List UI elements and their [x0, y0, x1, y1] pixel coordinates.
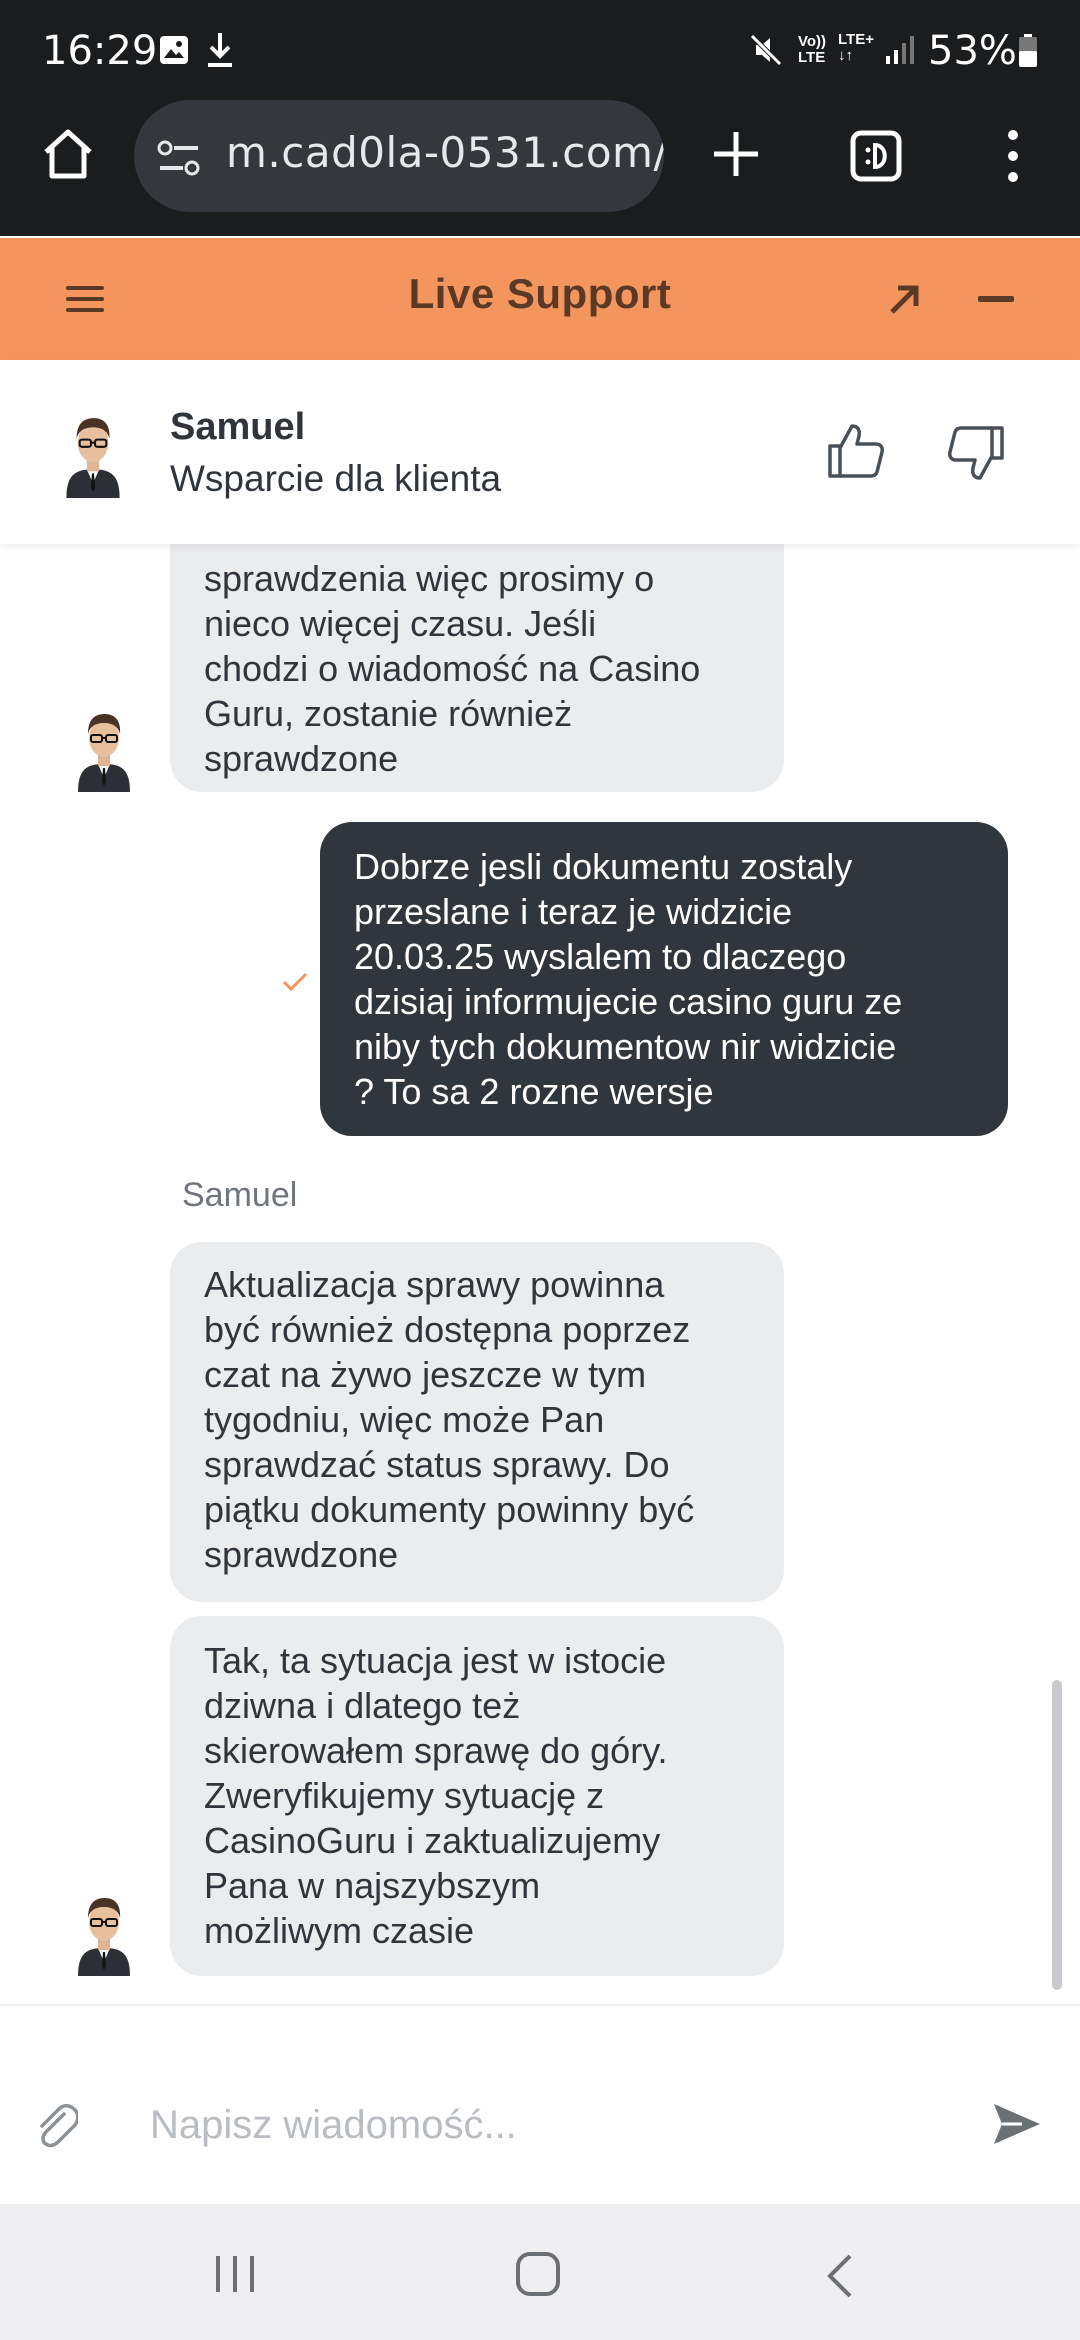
message-line: skierowałem sprawę do góry.	[204, 1730, 668, 1771]
plus-icon[interactable]	[710, 128, 762, 180]
message-line: być również dostępna poprzez	[204, 1309, 691, 1350]
signal-icon	[886, 36, 914, 64]
mute-icon	[750, 34, 782, 66]
battery-percent: 53%	[928, 28, 1017, 74]
more-vert-icon[interactable]	[998, 126, 1028, 186]
message-input[interactable]	[150, 2090, 970, 2160]
minimize-icon[interactable]	[978, 296, 1014, 302]
send-icon[interactable]	[992, 2100, 1042, 2148]
message-line: niby tych dokumentow nir widzicie	[354, 1026, 897, 1067]
message-line: tygodniu, więc może Pan	[204, 1399, 605, 1440]
volte-indicator: Vo)) LTE	[798, 33, 827, 66]
paperclip-icon[interactable]	[34, 2102, 78, 2150]
tab-switcher-icon[interactable]	[850, 130, 902, 182]
url-text: m.cad0la-0531.com/	[226, 128, 664, 177]
agent-info: Samuel Wsparcie dla klienta	[0, 360, 1080, 544]
lte-indicator: LTE+ ↓↑	[838, 31, 874, 64]
message-line: chodzi o wiadomość na Casino	[204, 648, 701, 689]
agent-avatar	[66, 418, 120, 498]
expand-arrow-icon[interactable]	[886, 280, 924, 318]
back-icon[interactable]	[824, 2252, 854, 2300]
home-icon[interactable]	[38, 124, 98, 184]
message-line: możliwym czasie	[204, 1910, 475, 1951]
message-line: Pana w najszybszym	[204, 1865, 541, 1906]
message-line: Aktualizacja sprawy powinna	[204, 1264, 665, 1305]
message-line: Zweryfikujemy sytuację z	[204, 1775, 605, 1816]
status-bar: 16:29 Vo)) LTE LTE+ ↓↑ 53%	[0, 0, 1080, 100]
home-circle-icon[interactable]	[514, 2250, 562, 2298]
sender-name: Samuel	[182, 1176, 298, 1214]
agent-name: Samuel	[170, 406, 306, 448]
message-line: Tak, ta sytuacja jest w istocie	[204, 1640, 667, 1681]
browser-toolbar: m.cad0la-0531.com/	[0, 100, 1080, 338]
battery-icon	[1019, 34, 1037, 67]
download-notification-icon	[208, 33, 232, 67]
chat-scrollbar[interactable]	[1052, 1680, 1062, 1990]
message-composer	[0, 2004, 1080, 2204]
address-bar[interactable]: m.cad0la-0531.com/	[134, 100, 664, 212]
agent-role: Wsparcie dla klienta	[170, 458, 502, 499]
user-message-bubble: Dobrze jesli dokumentu zostaly przeslane…	[320, 822, 1008, 1136]
message-line: piątku dokumenty powinny być	[204, 1489, 695, 1530]
message-line: sprawdzone	[204, 1534, 399, 1575]
message-line: czat na żywo jeszcze w tym	[204, 1354, 647, 1395]
message-line: 20.03.25 wyslalem to dlaczego	[354, 936, 847, 977]
message-line: CasinoGuru i zaktualizujemy	[204, 1820, 661, 1861]
gallery-notification-icon	[160, 36, 188, 64]
message-line: przeslane i teraz je widzicie	[354, 891, 793, 932]
agent-message-bubble: Aktualizacja sprawy powinna być również …	[170, 1242, 784, 1602]
message-line: sprawdzenia więc prosimy o	[204, 558, 655, 599]
message-line: dziwna i dlatego też	[204, 1685, 521, 1726]
message-line: nieco więcej czasu. Jeśli	[204, 603, 597, 644]
read-check-icon	[282, 972, 308, 992]
agent-avatar	[78, 1898, 130, 1976]
live-support-header: Live Support	[0, 238, 1080, 360]
message-line: sprawdzać status sprawy. Do	[204, 1444, 670, 1485]
status-time: 16:29	[42, 28, 158, 74]
agent-avatar	[78, 714, 130, 792]
agent-message-bubble: Tak, ta sytuacja jest w istocie dziwna i…	[170, 1616, 784, 1976]
android-nav-bar	[0, 2204, 1080, 2340]
message-line: sprawdzone	[204, 738, 399, 779]
message-line: Dobrze jesli dokumentu zostaly	[354, 846, 853, 887]
message-line: dzisiaj informujecie casino guru ze	[354, 981, 903, 1022]
message-line: ? To sa 2 rozne wersje	[354, 1071, 714, 1112]
thumbs-up-icon[interactable]	[826, 420, 886, 480]
chat-messages[interactable]: sprawdzenia więc prosimy o nieco więcej …	[0, 544, 1080, 2004]
site-settings-icon[interactable]	[156, 138, 202, 178]
message-line: Guru, zostanie również	[204, 693, 573, 734]
recents-icon[interactable]	[212, 2254, 258, 2294]
agent-message-bubble: sprawdzenia więc prosimy o nieco więcej …	[170, 544, 784, 792]
thumbs-down-icon[interactable]	[946, 424, 1006, 484]
